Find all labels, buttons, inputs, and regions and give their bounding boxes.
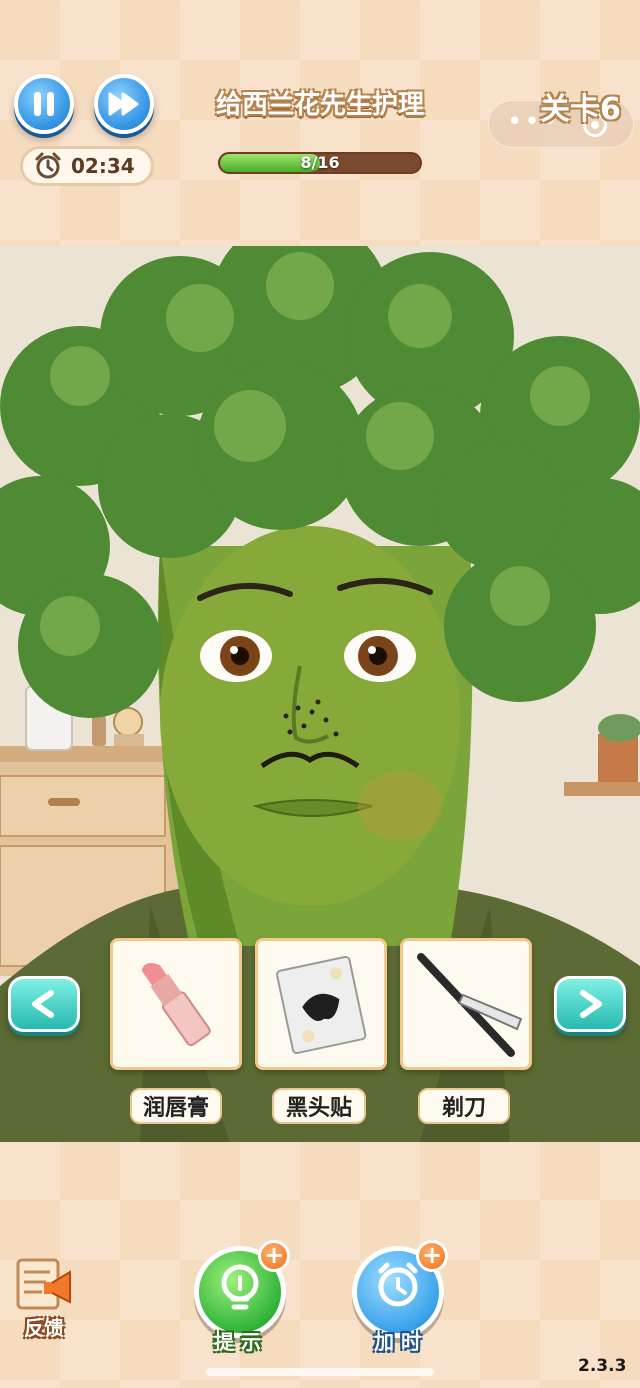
fast-forward-icon [108, 92, 139, 116]
pause-icon [34, 92, 54, 116]
wall-shelf [564, 782, 640, 796]
add-time-plus-icon[interactable]: + [416, 1240, 448, 1272]
hint-label: 提 示 [214, 1330, 261, 1354]
razor-icon [417, 953, 523, 1057]
lipstick-icon [141, 963, 211, 1047]
add-time-label: 加 时 [374, 1330, 421, 1354]
tool-label-lip-balm: 润唇膏 [130, 1088, 222, 1124]
tool-card-razor[interactable] [400, 938, 532, 1070]
tool-label-razor: 剃刀 [418, 1088, 510, 1124]
timer-value: 02:34 [71, 154, 135, 178]
tool-label-nose-strip: 黑头贴 [272, 1088, 366, 1124]
page-title: 给西兰花先生护理 [215, 90, 424, 120]
hint-plus-icon[interactable]: + [258, 1240, 290, 1272]
megaphone-scroll-icon [16, 1258, 71, 1310]
level-indicator: 关卡6 [540, 92, 621, 127]
nose-strip-icon [276, 955, 367, 1055]
next-tools-button[interactable] [554, 976, 626, 1032]
progress-text: 8/16 [300, 153, 340, 172]
progress-bar: 8/16 [218, 152, 422, 174]
previous-tools-button[interactable] [8, 976, 80, 1032]
fast-forward-button[interactable] [94, 74, 154, 134]
chevron-right-icon [580, 990, 602, 1018]
countdown-timer: 02:34 [20, 146, 154, 186]
chevron-left-icon [32, 990, 54, 1018]
alarm-clock-icon [35, 152, 61, 179]
feedback-label: 反馈 [24, 1316, 64, 1340]
home-indicator [206, 1368, 434, 1376]
pause-button[interactable] [14, 74, 74, 134]
version-label: 2.3.3 [578, 1356, 627, 1376]
tool-card-nose-strip[interactable] [255, 938, 387, 1070]
tool-card-lip-balm[interactable] [110, 938, 242, 1070]
